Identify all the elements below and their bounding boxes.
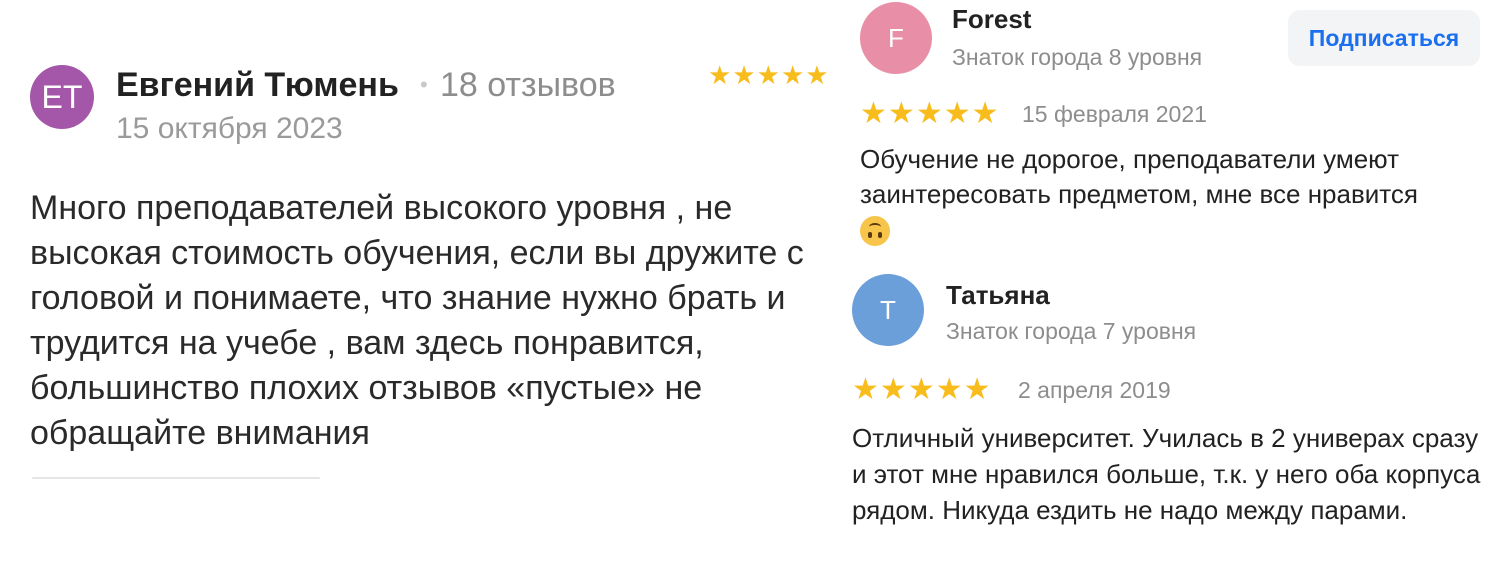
star-icon: ★ bbox=[879, 373, 908, 406]
star-icon: ★ bbox=[963, 373, 992, 406]
review-text-body: Обучение не дорогое, преподаватели умеют… bbox=[860, 144, 1418, 209]
review-count: 18 отзывов bbox=[440, 66, 616, 104]
star-icon: ★ bbox=[935, 373, 964, 406]
divider bbox=[32, 477, 320, 479]
review-text: Отличный университет. Училась в 2 универ… bbox=[852, 423, 1481, 525]
emoji-eye bbox=[878, 232, 882, 239]
review-date: 15 октября 2023 bbox=[116, 112, 343, 145]
star-icon: ★ bbox=[852, 373, 880, 406]
star-icon: ★ bbox=[907, 373, 936, 406]
star-icon: ★ bbox=[780, 60, 806, 90]
star-icon: ★ bbox=[971, 97, 1000, 130]
rating-stars: ★ ★ ★ ★ ★ bbox=[852, 372, 992, 407]
review-date: 15 февраля 2021 bbox=[1022, 101, 1207, 127]
avatar[interactable]: Т bbox=[852, 274, 924, 346]
emoji-eye bbox=[868, 232, 872, 239]
avatar[interactable]: ET bbox=[30, 65, 94, 129]
emoji-mouth bbox=[869, 223, 881, 231]
star-icon: ★ bbox=[756, 60, 781, 90]
review-author-name[interactable]: Евгений Тюмень bbox=[116, 66, 399, 105]
review-text: Много преподавателей высокого уровня , н… bbox=[30, 189, 804, 452]
star-icon: ★ bbox=[708, 60, 733, 90]
author-level: Знаток города 7 уровня bbox=[946, 318, 1197, 344]
star-icon: ★ bbox=[805, 60, 830, 90]
review-author-name[interactable]: Татьяна bbox=[946, 280, 1050, 311]
star-icon: ★ bbox=[860, 97, 888, 130]
star-icon: ★ bbox=[887, 97, 916, 130]
review-author-name[interactable]: Forest bbox=[952, 4, 1031, 35]
separator-dot: • bbox=[420, 72, 428, 97]
avatar[interactable]: F bbox=[860, 2, 932, 74]
rating-stars: ★ ★ ★ ★ ★ bbox=[708, 60, 830, 91]
review-text: Обучение не дорогое, преподаватели умеют… bbox=[860, 142, 1490, 247]
upside-down-face-icon bbox=[860, 216, 890, 247]
review-date: 2 апреля 2019 bbox=[1018, 377, 1171, 403]
rating-stars: ★ ★ ★ ★ ★ bbox=[860, 96, 1000, 131]
author-level: Знаток города 8 уровня bbox=[952, 44, 1203, 70]
star-icon: ★ bbox=[915, 97, 944, 130]
star-icon: ★ bbox=[732, 60, 757, 90]
star-icon: ★ bbox=[943, 97, 972, 130]
subscribe-button[interactable]: Подписаться bbox=[1288, 10, 1480, 66]
